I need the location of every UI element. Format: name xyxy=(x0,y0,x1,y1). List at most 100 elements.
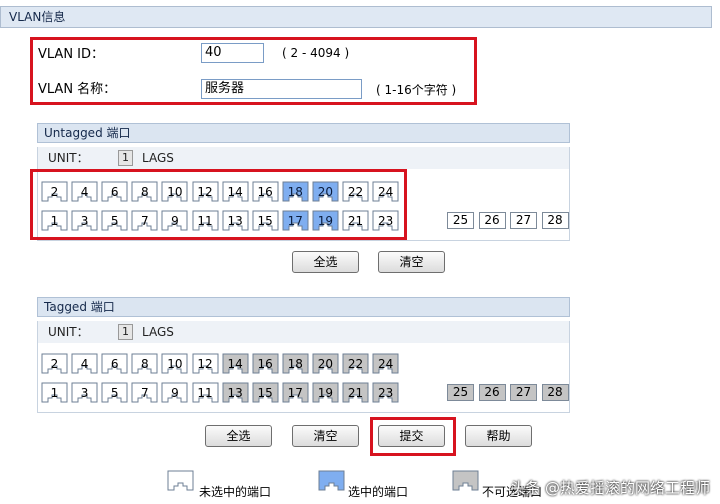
legend-unselected-label: 未选中的端口 xyxy=(199,485,272,499)
watermark: 头条 @热爱摇滚的网络工程师 xyxy=(510,479,710,497)
port-number: 23 xyxy=(377,386,394,400)
port-number: 1 xyxy=(50,386,59,400)
port-number: 10 xyxy=(167,185,183,199)
vlan-info-highlight xyxy=(30,37,477,105)
port-number: 21 xyxy=(347,386,364,400)
untagged-clear-button[interactable]: 清空 xyxy=(378,251,445,273)
tagged-port-13: 13 xyxy=(222,382,249,403)
untagged-unit-selector[interactable]: 1 xyxy=(118,150,133,166)
port-number: 24 xyxy=(377,357,394,371)
port-number: 20 xyxy=(317,357,334,371)
tagged-lag-27: 27 xyxy=(510,384,537,401)
port-number: 18 xyxy=(287,357,303,371)
port-number: 19 xyxy=(317,386,334,400)
tagged-port-1[interactable]: 1 xyxy=(41,382,68,403)
untagged-lag-25[interactable]: 25 xyxy=(447,212,474,229)
tagged-port-7[interactable]: 7 xyxy=(131,382,158,403)
tagged-unit-bar: UNIT： 1 LAGS xyxy=(37,321,570,343)
tagged-unit-label: UNIT： xyxy=(48,325,89,339)
tagged-port-9[interactable]: 9 xyxy=(161,382,188,403)
tagged-port-19: 19 xyxy=(312,382,339,403)
port-number: 13 xyxy=(227,214,243,228)
port-number: 9 xyxy=(171,214,179,228)
submit-highlight xyxy=(370,417,456,456)
untagged-lag-26[interactable]: 26 xyxy=(478,212,506,229)
tagged-port-22: 22 xyxy=(342,353,369,374)
port-number: 24 xyxy=(377,185,394,199)
port-number: 23 xyxy=(377,214,394,228)
tagged-unit-selector[interactable]: 1 xyxy=(118,324,133,340)
port-number: 18 xyxy=(287,185,303,199)
help-button[interactable]: 帮助 xyxy=(465,425,532,447)
tagged-port-16: 16 xyxy=(252,353,279,374)
port-number: 15 xyxy=(257,386,273,400)
port-number: 19 xyxy=(317,214,334,228)
untagged-lag-27[interactable]: 27 xyxy=(510,212,537,229)
port-number: 10 xyxy=(167,357,183,371)
port-number: 16 xyxy=(257,185,273,199)
untagged-ports-highlight xyxy=(30,169,407,240)
port-number: 8 xyxy=(140,357,149,371)
vlan-info-header: VLAN信息 xyxy=(0,6,712,28)
port-number: 22 xyxy=(347,185,364,199)
port-number: 11 xyxy=(197,386,213,400)
port-number: 8 xyxy=(140,185,149,199)
tagged-port-21: 21 xyxy=(342,382,369,403)
port-number: 16 xyxy=(257,357,273,371)
port-number: 12 xyxy=(197,185,213,199)
tagged-lags-label: LAGS xyxy=(142,325,174,339)
tagged-port-11[interactable]: 11 xyxy=(192,382,219,403)
port-number: 11 xyxy=(197,214,213,228)
port-number: 13 xyxy=(227,386,243,400)
port-number: 9 xyxy=(171,386,179,400)
port-number: 4 xyxy=(80,185,89,199)
tagged-port-20: 20 xyxy=(312,353,339,374)
port-number: 6 xyxy=(110,357,119,371)
untagged-select-all-button[interactable]: 全选 xyxy=(292,251,359,273)
tagged-clear-button[interactable]: 清空 xyxy=(292,425,359,447)
port-number: 4 xyxy=(80,357,89,371)
port-number: 21 xyxy=(347,214,364,228)
tagged-port-17: 17 xyxy=(282,382,309,403)
port-number: 3 xyxy=(80,214,89,228)
port-number: 22 xyxy=(347,357,364,371)
tagged-port-10[interactable]: 10 xyxy=(161,353,188,374)
port-number: 17 xyxy=(287,214,303,228)
port-number: 14 xyxy=(227,185,243,199)
port-number: 3 xyxy=(80,386,89,400)
tagged-lag-28: 28 xyxy=(541,384,569,401)
tagged-lag-25: 25 xyxy=(447,384,474,401)
untagged-lags-label: LAGS xyxy=(142,151,174,165)
untagged-lag-28[interactable]: 28 xyxy=(541,212,569,229)
port-number: 2 xyxy=(50,185,59,199)
untagged-header: Untagged 端口 xyxy=(37,123,570,143)
untagged-unit-bar: UNIT： 1 LAGS xyxy=(37,147,570,169)
port-number: 6 xyxy=(110,185,119,199)
legend-selected-icon xyxy=(318,470,345,491)
port-number: 1 xyxy=(50,214,59,228)
tagged-select-all-button[interactable]: 全选 xyxy=(205,425,272,447)
tagged-port-14: 14 xyxy=(222,353,249,374)
port-number: 5 xyxy=(110,214,119,228)
port-number: 14 xyxy=(227,357,243,371)
port-number: 5 xyxy=(110,386,119,400)
tagged-header: Tagged 端口 xyxy=(37,297,570,317)
port-number: 20 xyxy=(317,185,334,199)
tagged-port-23: 23 xyxy=(372,382,399,403)
tagged-port-15: 15 xyxy=(252,382,279,403)
tagged-port-4[interactable]: 4 xyxy=(71,353,98,374)
untagged-unit-label: UNIT： xyxy=(48,151,89,165)
tagged-port-5[interactable]: 5 xyxy=(101,382,128,403)
legend-unselected-icon xyxy=(167,470,194,491)
port-number: 7 xyxy=(140,386,149,400)
tagged-port-24: 24 xyxy=(372,353,399,374)
tagged-port-8[interactable]: 8 xyxy=(131,353,158,374)
tagged-port-18: 18 xyxy=(282,353,309,374)
tagged-port-12[interactable]: 12 xyxy=(192,353,219,374)
port-number: 15 xyxy=(257,214,273,228)
tagged-port-3[interactable]: 3 xyxy=(71,382,98,403)
port-number: 17 xyxy=(287,386,303,400)
tagged-port-6[interactable]: 6 xyxy=(101,353,128,374)
tagged-port-2[interactable]: 2 xyxy=(41,353,68,374)
port-number: 2 xyxy=(50,357,59,371)
